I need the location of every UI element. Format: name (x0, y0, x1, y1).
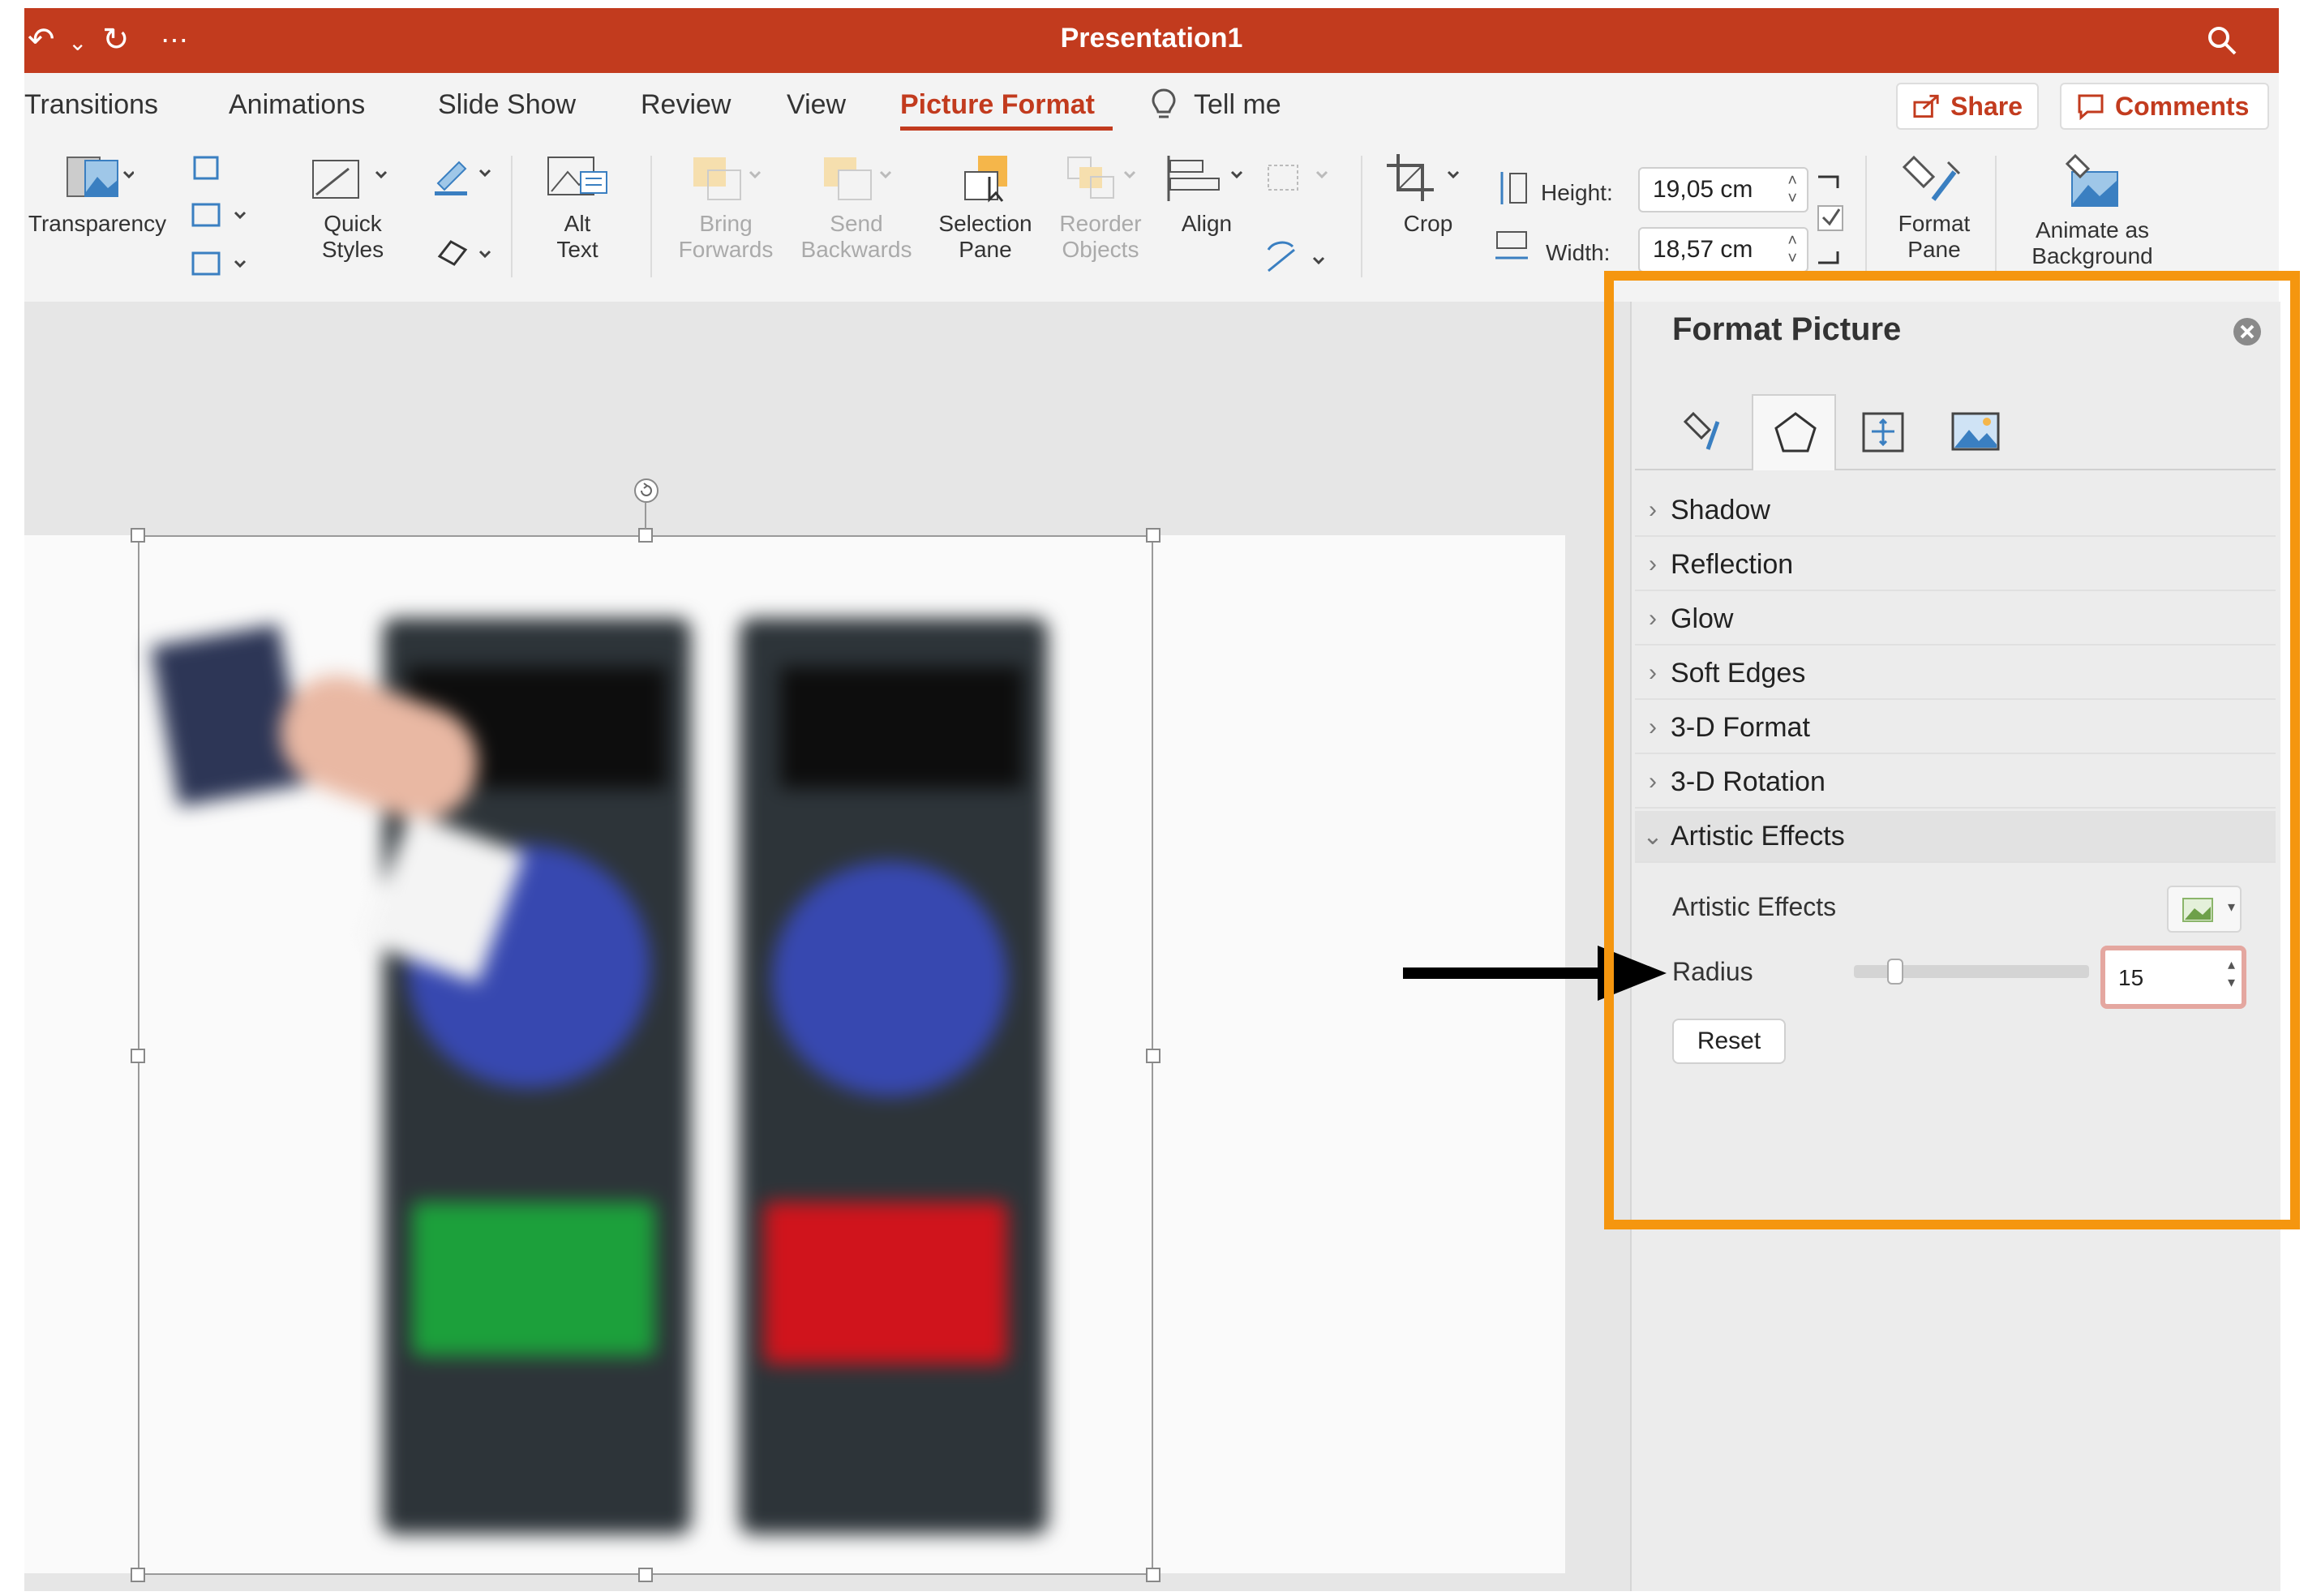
width-label: Width: (1546, 240, 1611, 265)
resize-handle-left[interactable] (131, 1049, 145, 1063)
alt-text-label: Alt Text (556, 211, 598, 262)
width-stepper[interactable]: ˄ ˅ (1787, 232, 1797, 268)
tab-slide-show[interactable]: Slide Show (438, 89, 576, 121)
resize-handle-bottom-right[interactable] (1146, 1568, 1160, 1582)
send-backwards-label: Send Backwards (800, 211, 912, 262)
highlight-box (1604, 271, 2300, 1229)
align-button[interactable]: Align (1158, 152, 1255, 237)
search-icon[interactable] (2206, 24, 2238, 57)
alt-text-button[interactable]: Alt Text (529, 152, 626, 263)
ribbon-tabs: Transitions Animations Slide Show Review… (24, 73, 2279, 139)
selection-pane-label: Selection Pane (938, 211, 1032, 262)
check-out-kiosk (740, 618, 1048, 1534)
lock-aspect-ratio-icon[interactable] (1813, 172, 1849, 269)
width-icon (1495, 231, 1528, 260)
tell-me-search[interactable]: Tell me (1194, 89, 1281, 121)
format-pane-icon (1902, 155, 1961, 201)
crop-button[interactable]: Crop (1375, 152, 1481, 237)
resize-handle-top-right[interactable] (1146, 528, 1160, 543)
crop-icon (1387, 154, 1460, 201)
resize-handle-bottom-left[interactable] (131, 1568, 145, 1582)
bring-forwards-button[interactable]: Bring Forwards (665, 152, 787, 263)
reorder-objects-button[interactable]: Reorder Objects (1048, 152, 1153, 263)
resize-handle-top-left[interactable] (131, 528, 145, 543)
tab-review[interactable]: Review (641, 89, 731, 121)
transparency-label: Transparency (28, 211, 167, 236)
send-backwards-button[interactable]: Send Backwards (792, 152, 921, 263)
resize-handle-top[interactable] (638, 528, 653, 543)
animate-as-background-icon (2065, 153, 2118, 207)
transparency-icon (66, 157, 134, 197)
align-icon (1167, 156, 1243, 201)
title-bar: ↶ ⌄ ↻ ⋯ Presentation1 (24, 8, 2279, 73)
width-field[interactable]: 18,57 cm ˄ ˅ (1638, 227, 1808, 272)
rotate-handle-icon[interactable] (633, 477, 660, 504)
blurred-picture-content (139, 537, 1152, 1573)
crop-label: Crop (1403, 211, 1453, 236)
selection-pane-button[interactable]: Selection Pane (925, 152, 1046, 263)
group-rotate-icons[interactable] (1257, 152, 1346, 290)
height-stepper[interactable]: ˄ ˅ (1787, 172, 1797, 208)
share-label: Share (1950, 91, 2023, 121)
quick-styles-button[interactable]: Quick Styles (292, 152, 414, 263)
rotate-handle-stem (645, 503, 646, 529)
quick-styles-icon (312, 160, 388, 199)
alt-text-icon (547, 157, 607, 195)
comments-label: Comments (2115, 91, 2250, 121)
send-backwards-icon (824, 157, 892, 200)
selected-picture[interactable] (138, 535, 1153, 1575)
reorder-objects-label: Reorder Objects (1059, 211, 1142, 262)
transparency-button[interactable]: Transparency (24, 152, 170, 237)
border-effects-icons[interactable] (430, 151, 503, 281)
animate-as-background-label: Animate as Background (2031, 217, 2153, 268)
active-tab-underline (900, 127, 1113, 131)
tab-transitions[interactable]: Transitions (24, 89, 158, 121)
height-value: 19,05 cm (1653, 176, 1753, 203)
format-pane-label: Format Pane (1898, 211, 1971, 262)
resize-handle-bottom[interactable] (638, 1568, 653, 1582)
tab-picture-format[interactable]: Picture Format (900, 89, 1095, 121)
window-title: Presentation1 (1060, 23, 1243, 54)
selection-pane-icon (964, 156, 1007, 203)
lightbulb-icon (1152, 88, 1176, 118)
reorder-objects-icon (1067, 157, 1136, 199)
height-field[interactable]: 19,05 cm ˄ ˅ (1638, 167, 1808, 212)
bring-forwards-icon (693, 157, 762, 200)
tab-animations[interactable]: Animations (229, 89, 365, 121)
bring-forwards-label: Bring Forwards (678, 211, 774, 262)
resize-handle-right[interactable] (1146, 1049, 1160, 1063)
comments-button[interactable]: Comments (2060, 83, 2269, 130)
picture-tools-icons[interactable] (187, 151, 260, 289)
comment-icon (2078, 94, 2104, 120)
height-icon (1500, 172, 1527, 204)
tab-view[interactable]: View (787, 89, 846, 121)
height-label: Height: (1541, 180, 1613, 205)
share-icon (1913, 94, 1939, 118)
share-button[interactable]: Share (1896, 83, 2039, 130)
align-label: Align (1181, 211, 1233, 236)
quick-styles-label: Quick Styles (321, 211, 384, 262)
width-value: 18,57 cm (1653, 236, 1753, 263)
